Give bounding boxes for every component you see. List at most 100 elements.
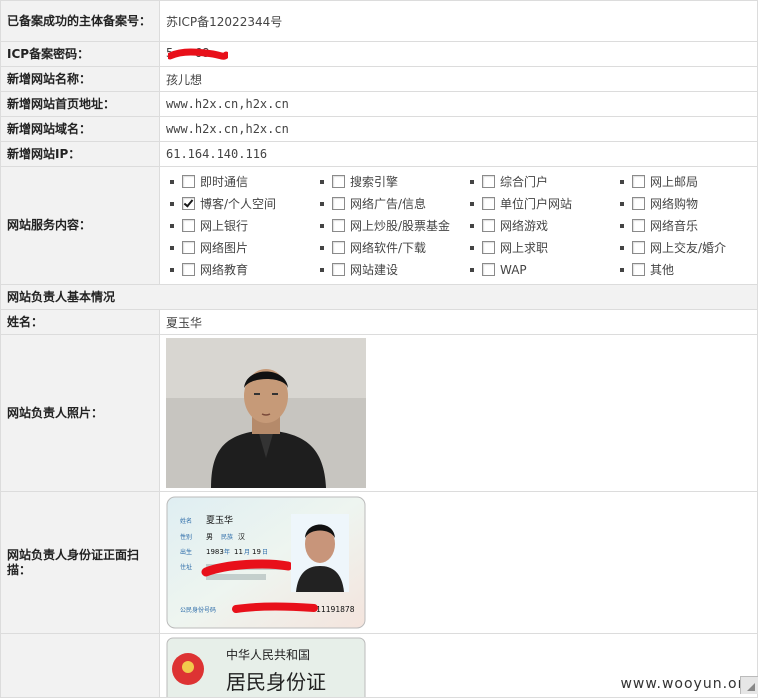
service-option[interactable]: 即时通信: [168, 171, 318, 193]
site-home-value: www.h2x.cn,h2x.cn: [159, 91, 758, 117]
checkbox-unchecked[interactable]: [632, 241, 645, 254]
site-ip-value: 61.164.140.116: [159, 141, 758, 167]
checkbox-unchecked[interactable]: [632, 175, 645, 188]
checkbox-unchecked[interactable]: [482, 219, 495, 232]
service-option-label: 网络音乐: [650, 219, 699, 233]
service-option-label: 网络教育: [200, 263, 249, 277]
bullet-icon: [620, 267, 624, 272]
service-option[interactable]: 网络购物: [618, 193, 748, 215]
checkbox-unchecked[interactable]: [332, 241, 345, 254]
id-back-label: [0, 633, 160, 698]
owner-photo-cell: [159, 334, 758, 492]
row-site-domain: 新增网站域名： www.h2x.cn,h2x.cn: [0, 116, 758, 142]
service-option[interactable]: 博客/个人空间: [168, 193, 318, 215]
owner-section-heading: 网站负责人基本情况: [0, 284, 758, 310]
service-option-label: 网上交友/婚介: [650, 241, 727, 255]
id-front-label: 网站负责人身份证正面扫描：: [0, 491, 160, 634]
bullet-icon: [170, 201, 174, 206]
service-option[interactable]: 网站建设: [318, 259, 468, 281]
service-option[interactable]: 综合门户: [468, 171, 618, 193]
checkbox-unchecked[interactable]: [332, 219, 345, 232]
wooyun-watermark: www.wooyun.org: [620, 676, 754, 692]
service-option-label: 网络购物: [650, 197, 699, 211]
services-label: 网站服务内容：: [0, 166, 160, 285]
bullet-icon: [620, 223, 624, 228]
service-option[interactable]: 其他: [618, 259, 748, 281]
checkbox-unchecked[interactable]: [482, 175, 495, 188]
id-birth-month: 11: [234, 548, 243, 556]
owner-name-label: 姓名：: [0, 309, 160, 335]
id-number-tail: 11191878: [316, 605, 355, 614]
service-option[interactable]: 网上炒股/股票基金: [318, 215, 468, 237]
service-option[interactable]: WAP: [468, 259, 618, 281]
service-option-label: 网络游戏: [500, 219, 549, 233]
bullet-icon: [320, 267, 324, 272]
main-record-label: 已备案成功的主体备案号：: [0, 0, 160, 42]
service-option[interactable]: 搜索引擎: [318, 171, 468, 193]
bullet-icon: [470, 179, 474, 184]
bullet-icon: [170, 223, 174, 228]
checkbox-unchecked[interactable]: [482, 197, 495, 210]
service-option[interactable]: 网络游戏: [468, 215, 618, 237]
id-card-front-scan: 姓名 夏玉华 性别 男 民族 汉 出生 1983 年 11 月 19 日 住址: [166, 496, 366, 629]
checkbox-unchecked[interactable]: [182, 219, 195, 232]
id-sex-value: 男: [206, 533, 213, 541]
service-option-label: 博客/个人空间: [200, 197, 277, 211]
service-option[interactable]: 网络音乐: [618, 215, 748, 237]
site-domain-value: www.h2x.cn,h2x.cn: [159, 116, 758, 142]
bullet-icon: [470, 201, 474, 206]
checkbox-unchecked[interactable]: [482, 263, 495, 276]
icp-password-label: ICP备案密码：: [0, 41, 160, 67]
svg-text:日: 日: [262, 549, 268, 556]
id-front-cell: 姓名 夏玉华 性别 男 民族 汉 出生 1983 年 11 月 19 日 住址: [159, 491, 758, 634]
id-address-label: 住址: [180, 563, 192, 571]
checkbox-unchecked[interactable]: [482, 241, 495, 254]
service-option-label: 即时通信: [200, 175, 249, 189]
service-option[interactable]: 网络教育: [168, 259, 318, 281]
row-owner-name: 姓名： 夏玉华: [0, 309, 758, 335]
checkbox-checked[interactable]: [182, 197, 195, 210]
id-card-back-scan: 中华人民共和国 居民身份证: [166, 637, 366, 697]
service-option[interactable]: 网上银行: [168, 215, 318, 237]
checkbox-unchecked[interactable]: [332, 175, 345, 188]
checkbox-unchecked[interactable]: [182, 263, 195, 276]
row-id-front: 网站负责人身份证正面扫描： 姓名 夏玉华 性别 男 民族 汉 出生 1983 年…: [0, 491, 758, 634]
id-number-label: 公民身份号码: [180, 606, 216, 614]
checkbox-unchecked[interactable]: [632, 263, 645, 276]
id-back-title: 中华人民共和国: [226, 647, 310, 662]
bullet-icon: [320, 201, 324, 206]
id-sex-label: 性别: [180, 533, 192, 541]
id-nation-label: 民族: [221, 533, 233, 541]
site-domain-label: 新增网站域名：: [0, 116, 160, 142]
service-option-label: 网络图片: [200, 241, 249, 255]
row-main-record: 已备案成功的主体备案号： 苏ICP备12022344号: [0, 0, 758, 42]
checkbox-unchecked[interactable]: [332, 197, 345, 210]
service-option[interactable]: 网上交友/婚介: [618, 237, 748, 259]
checkbox-unchecked[interactable]: [182, 175, 195, 188]
id-number-redaction-scribble: [232, 602, 318, 613]
window-resize-grip[interactable]: [740, 676, 758, 694]
service-option-label: 网上邮局: [650, 175, 699, 189]
service-option[interactable]: 网上邮局: [618, 171, 748, 193]
service-option-label: 搜索引擎: [350, 175, 399, 189]
service-option[interactable]: 网络广告/信息: [318, 193, 468, 215]
services-checkbox-grid: 即时通信 搜索引擎 综合门户 网上邮局博客/个人空间 网络广告/信息 单位门户网站 网络购物…: [166, 168, 751, 284]
bullet-icon: [170, 245, 174, 250]
service-option[interactable]: 单位门户网站: [468, 193, 618, 215]
id-name-label: 姓名: [180, 517, 192, 525]
service-option-label: 网络广告/信息: [350, 197, 427, 211]
checkbox-unchecked[interactable]: [332, 263, 345, 276]
service-option[interactable]: 网络软件/下载: [318, 237, 468, 259]
checkbox-unchecked[interactable]: [632, 197, 645, 210]
row-site-name: 新增网站名称： 孩儿想: [0, 66, 758, 92]
checkbox-unchecked[interactable]: [182, 241, 195, 254]
site-name-label: 新增网站名称：: [0, 66, 160, 92]
service-option[interactable]: 网络图片: [168, 237, 318, 259]
service-option[interactable]: 网上求职: [468, 237, 618, 259]
beian-form-table: 已备案成功的主体备案号： 苏ICP备12022344号 ICP备案密码： 5••…: [0, 0, 758, 698]
id-birth-day: 19: [252, 548, 261, 556]
service-option-label: 网上求职: [500, 241, 549, 255]
site-ip-label: 新增网站IP：: [0, 141, 160, 167]
checkbox-unchecked[interactable]: [632, 219, 645, 232]
service-option-label: 网络软件/下载: [350, 241, 427, 255]
